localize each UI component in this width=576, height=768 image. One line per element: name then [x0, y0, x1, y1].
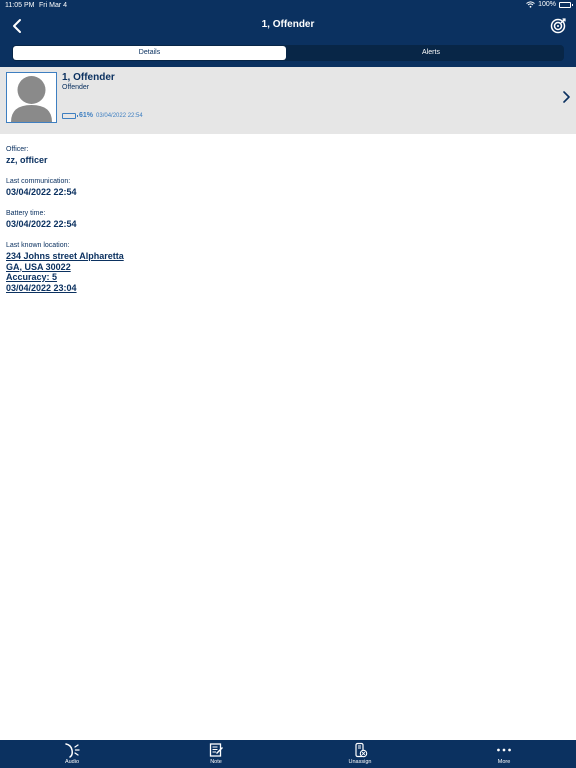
- tab-audio[interactable]: Audio: [42, 742, 102, 768]
- battery-status: 61% 03/04/2022 22:54: [62, 112, 143, 119]
- status-battery-text: 100%: [538, 1, 556, 8]
- last-known-location-section: Last known location: 234 Johns street Al…: [6, 242, 566, 293]
- location-address-line[interactable]: 234 Johns street Alpharetta: [6, 251, 566, 262]
- battery-icon: [62, 112, 78, 119]
- status-battery-icon: [559, 1, 573, 8]
- last-communication-section: Last communication: 03/04/2022 22:54: [6, 178, 566, 197]
- officer-section: Officer: zz, officer: [6, 146, 566, 165]
- battery-timestamp: 03/04/2022 22:54: [96, 112, 143, 119]
- tab-audio-label: Audio: [64, 759, 80, 765]
- target-icon[interactable]: [549, 17, 567, 35]
- tab-more-label: More: [497, 759, 511, 765]
- page-title: 1, Offender: [261, 19, 315, 30]
- details-panel: Officer: zz, officer Last communication:…: [6, 146, 566, 293]
- wifi-icon: [526, 1, 535, 8]
- note-icon: [209, 743, 223, 757]
- tab-details[interactable]: Details: [13, 46, 286, 60]
- segmented-control: Details Alerts: [12, 45, 564, 61]
- tab-note-label: Note: [210, 759, 222, 765]
- unassign-icon: [355, 742, 368, 758]
- offender-header[interactable]: 1, Offender Offender 61% 03/04/2022 22:5…: [0, 67, 576, 134]
- chevron-right-icon[interactable]: [561, 91, 571, 103]
- status-date: Fri Mar 4: [39, 2, 67, 9]
- nav-bar: 1, Offender: [0, 14, 576, 38]
- top-bar: 11:05 PM Fri Mar 4 100% 1, Offender Deta…: [0, 0, 576, 67]
- tab-unassign[interactable]: Unassign: [330, 742, 390, 768]
- offender-name: 1, Offender: [62, 72, 115, 83]
- battery-percent: 61%: [79, 112, 94, 119]
- status-time: 11:05 PM: [5, 2, 35, 9]
- officer-label: Officer:: [6, 146, 29, 153]
- battery-time-value: 03/04/2022 22:54: [6, 219, 77, 229]
- audio-icon: [65, 743, 80, 758]
- tab-unassign-label: Unassign: [348, 759, 372, 765]
- last-communication-label: Last communication:: [6, 178, 71, 185]
- tab-note[interactable]: Note: [186, 742, 246, 768]
- location-link[interactable]: 234 Johns street Alpharetta GA, USA 3002…: [6, 251, 566, 293]
- battery-time-section: Battery time: 03/04/2022 22:54: [6, 210, 566, 229]
- bottom-tab-bar: Audio Note Unassign More: [0, 740, 576, 768]
- avatar: [6, 72, 57, 123]
- location-accuracy-line[interactable]: Accuracy: 5: [6, 272, 566, 283]
- more-icon: [497, 748, 511, 752]
- status-bar: 11:05 PM Fri Mar 4 100%: [0, 0, 576, 12]
- tab-more[interactable]: More: [474, 742, 534, 768]
- officer-value: zz, officer: [6, 155, 48, 165]
- tab-alerts[interactable]: Alerts: [299, 46, 563, 60]
- location-region-line[interactable]: GA, USA 30022: [6, 262, 566, 273]
- last-known-location-label: Last known location:: [6, 242, 70, 249]
- location-timestamp-line[interactable]: 03/04/2022 23:04: [6, 283, 566, 294]
- battery-time-label: Battery time:: [6, 210, 46, 217]
- offender-role: Offender: [62, 84, 90, 91]
- app-screen: 11:05 PM Fri Mar 4 100% 1, Offender Deta…: [0, 0, 576, 768]
- status-right: 100%: [526, 1, 573, 8]
- last-communication-value: 03/04/2022 22:54: [6, 187, 77, 197]
- person-placeholder-icon: [7, 73, 56, 122]
